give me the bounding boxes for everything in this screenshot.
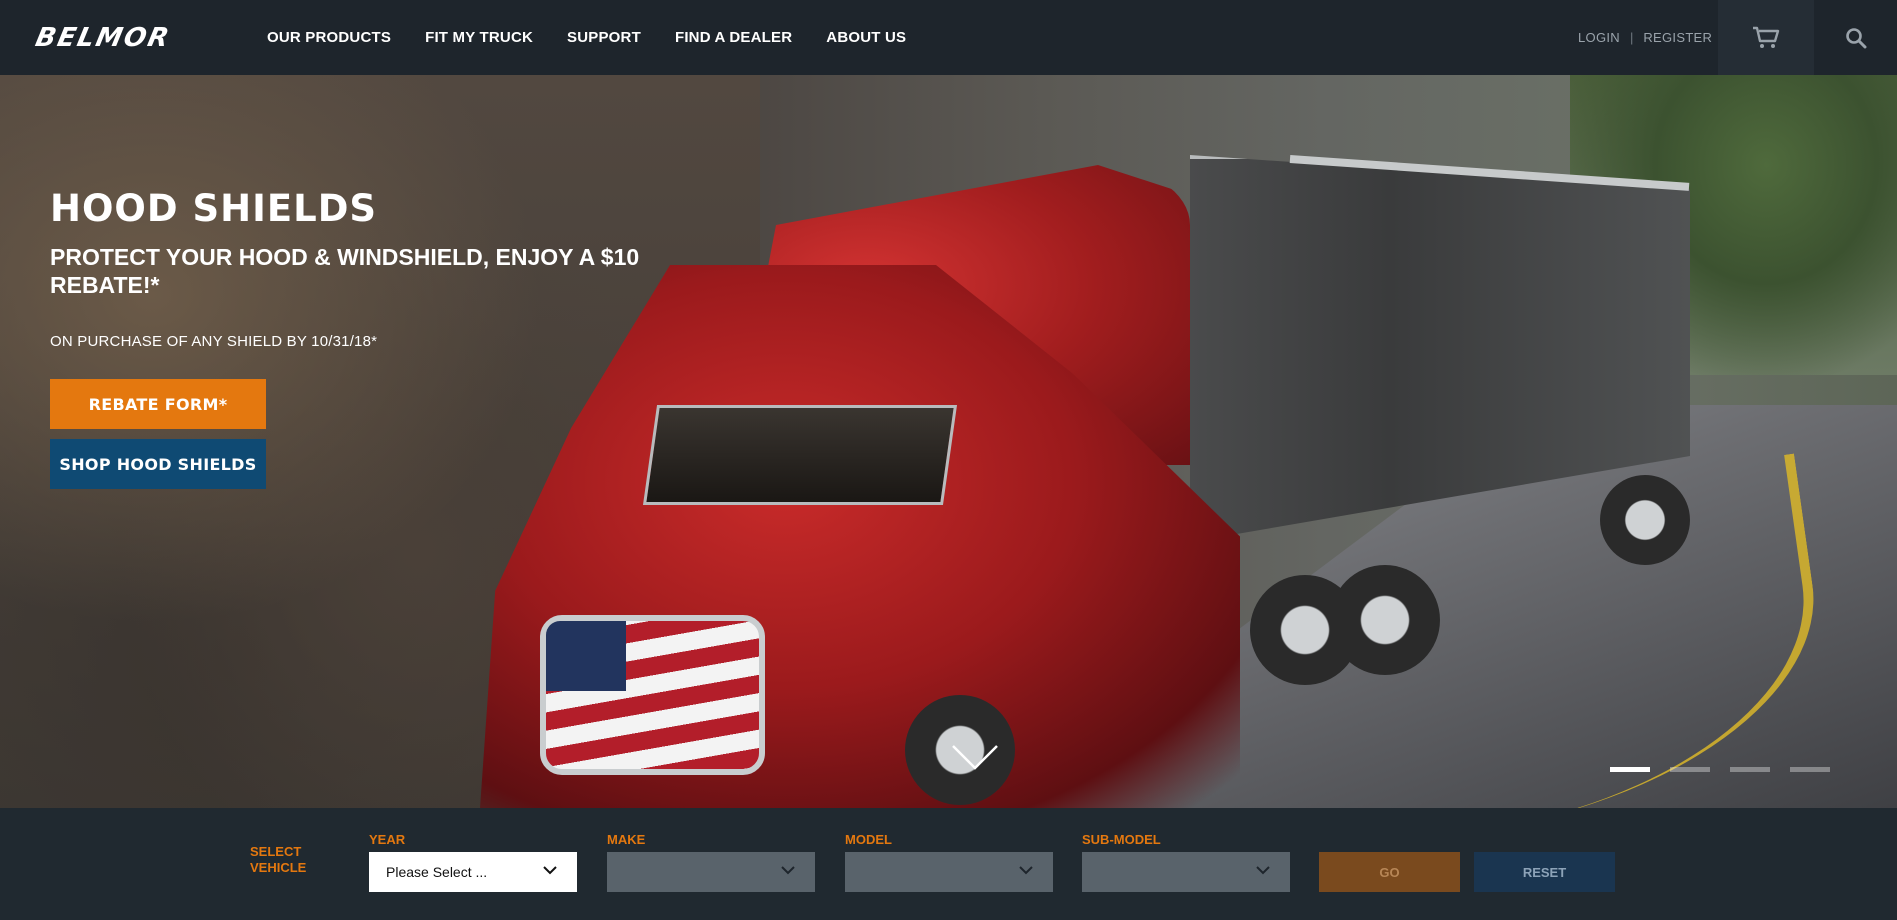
- model-label: MODEL: [845, 832, 892, 847]
- nav-about-us[interactable]: ABOUT US: [826, 29, 906, 46]
- chevron-down-icon[interactable]: [951, 744, 999, 770]
- search-button[interactable]: [1814, 0, 1897, 75]
- rebate-form-button[interactable]: REBATE FORM*: [50, 379, 266, 429]
- belmor-logo[interactable]: BELMOR: [32, 21, 229, 55]
- make-label: MAKE: [607, 832, 646, 847]
- nav-support[interactable]: SUPPORT: [567, 29, 641, 46]
- account-separator: |: [1629, 30, 1634, 45]
- hero-subtitle: PROTECT YOUR HOOD & WINDSHIELD, ENJOY A …: [50, 244, 640, 298]
- reset-button[interactable]: RESET: [1474, 852, 1615, 892]
- year-select-value: Please Select ...: [386, 864, 488, 880]
- model-select[interactable]: [845, 852, 1053, 892]
- chevron-down-icon: [543, 866, 557, 875]
- chevron-down-icon: [781, 866, 795, 875]
- slider-pagination: [1610, 767, 1830, 772]
- hero-content: HOOD SHIELDS PROTECT YOUR HOOD & WINDSHI…: [50, 187, 690, 489]
- hero-banner: HOOD SHIELDS PROTECT YOUR HOOD & WINDSHI…: [0, 75, 1897, 808]
- main-nav: OUR PRODUCTS FIT MY TRUCK SUPPORT FIND A…: [267, 0, 940, 75]
- hero-title: HOOD SHIELDS: [50, 187, 378, 230]
- go-button[interactable]: GO: [1319, 852, 1460, 892]
- vehicle-selector: SELECT VEHICLE YEAR Please Select ... MA…: [0, 808, 1897, 920]
- flag-canton: [546, 621, 626, 691]
- nav-find-a-dealer[interactable]: FIND A DEALER: [675, 29, 792, 46]
- truck-windshield: [642, 405, 958, 505]
- login-link[interactable]: LOGIN: [1578, 30, 1620, 45]
- slide-dot-1[interactable]: [1610, 767, 1650, 772]
- sub-model-select[interactable]: [1082, 852, 1290, 892]
- truck-wheel: [1330, 565, 1440, 675]
- cart-icon: [1753, 26, 1780, 48]
- sub-model-label: SUB-MODEL: [1082, 832, 1161, 847]
- account-links: LOGIN | REGISTER: [1578, 0, 1712, 75]
- search-icon: [1845, 27, 1866, 48]
- nav-fit-my-truck[interactable]: FIT MY TRUCK: [425, 29, 533, 46]
- year-label: YEAR: [369, 832, 406, 847]
- hero-note: ON PURCHASE OF ANY SHIELD BY 10/31/18*: [50, 333, 378, 350]
- select-vehicle-label: SELECT VEHICLE: [250, 844, 307, 875]
- make-select[interactable]: [607, 852, 815, 892]
- shop-hood-shields-button[interactable]: SHOP HOOD SHIELDS: [50, 439, 266, 489]
- chevron-down-icon: [1256, 866, 1270, 875]
- slide-dot-2[interactable]: [1670, 767, 1710, 772]
- slide-dot-4[interactable]: [1790, 767, 1830, 772]
- trailer-wheel: [1600, 475, 1690, 565]
- cart-button[interactable]: [1718, 0, 1814, 75]
- year-select[interactable]: Please Select ...: [369, 852, 577, 892]
- chevron-down-icon: [1019, 866, 1033, 875]
- slide-dot-3[interactable]: [1730, 767, 1770, 772]
- register-link[interactable]: REGISTER: [1643, 30, 1712, 45]
- flag-hood-shield: [540, 615, 765, 775]
- site-header: BELMOR OUR PRODUCTS FIT MY TRUCK SUPPORT…: [0, 0, 1897, 75]
- nav-our-products[interactable]: OUR PRODUCTS: [267, 29, 391, 46]
